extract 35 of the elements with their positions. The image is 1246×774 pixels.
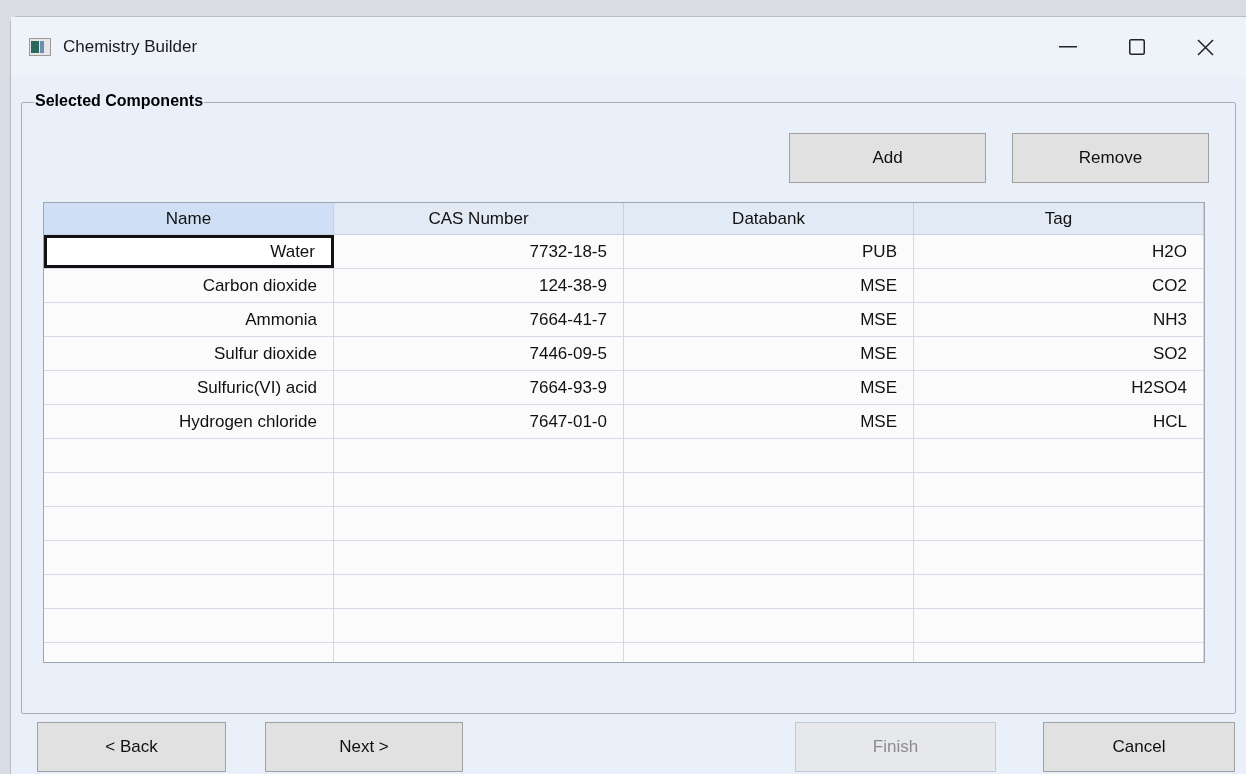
app-icon [29,38,51,56]
close-icon[interactable] [1197,38,1214,56]
table-cell[interactable]: 7446-09-5 [334,337,624,370]
dialog-button[interactable]: Cancel [1043,722,1235,772]
table-cell[interactable]: Sulfur dioxide [44,337,334,370]
table-cell[interactable]: MSE [624,269,914,302]
maximize-icon[interactable] [1129,39,1145,55]
table-cell[interactable]: Water [44,235,334,268]
table-cell[interactable]: 7732-18-5 [334,235,624,268]
column-header[interactable]: Name [44,203,334,234]
table-cell[interactable]: MSE [624,371,914,404]
table-cell[interactable]: H2SO4 [914,371,1204,404]
table-cell[interactable]: 7664-41-7 [334,303,624,336]
table-cell[interactable]: 7647-01-0 [334,405,624,438]
table-cell[interactable]: CO2 [914,269,1204,302]
table-cell[interactable]: H2O [914,235,1204,268]
minimize-icon[interactable] [1059,46,1077,48]
dialog-button[interactable]: < Back [37,722,226,772]
table-cell[interactable]: Carbon dioxide [44,269,334,302]
table-cell[interactable]: Ammonia [44,303,334,336]
table-cell[interactable]: NH3 [914,303,1204,336]
table-cell[interactable]: Hydrogen chloride [44,405,334,438]
dialog-button[interactable]: Add [789,133,986,183]
table-cell[interactable]: SO2 [914,337,1204,370]
window-title: Chemistry Builder [63,36,198,59]
table-cell[interactable]: PUB [624,235,914,268]
table-cell[interactable]: MSE [624,303,914,336]
table-cell[interactable]: Sulfuric(VI) acid [44,371,334,404]
table-cell[interactable]: 124-38-9 [334,269,624,302]
dialog-button[interactable]: Next > [265,722,463,772]
table-cell[interactable]: MSE [624,405,914,438]
table-cell[interactable]: MSE [624,337,914,370]
dialog-button[interactable]: Remove [1012,133,1209,183]
table-cell[interactable]: HCL [914,405,1204,438]
table-cell[interactable]: 7664-93-9 [334,371,624,404]
